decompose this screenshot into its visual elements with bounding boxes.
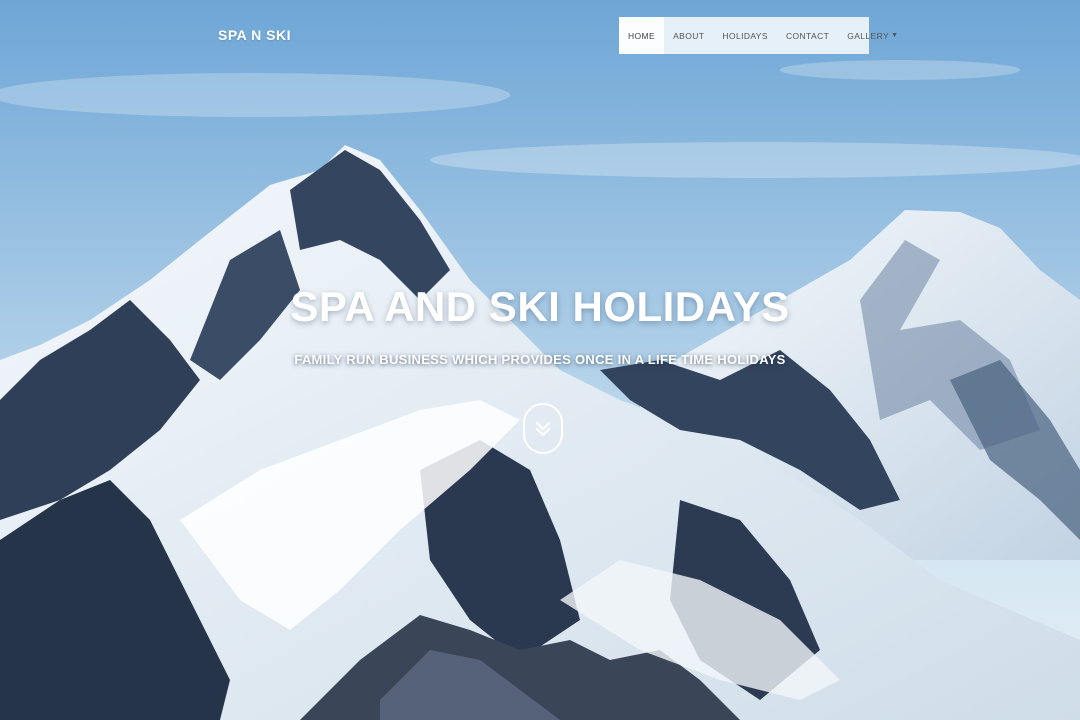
double-chevron-down-icon [535, 421, 551, 436]
nav-item-label: GALLERY [847, 30, 890, 41]
nav-item-about[interactable]: ABOUT [664, 17, 713, 54]
main-nav: HOME ABOUT HOLIDAYS CONTACT GALLERY ▼ [619, 17, 898, 54]
nav-item-gallery-dropdown[interactable]: GALLERY ▼ [838, 17, 907, 54]
nav-item-contact[interactable]: CONTACT [777, 17, 838, 54]
nav-item-label: HOME [628, 30, 656, 41]
nav-item-home[interactable]: HOME [619, 17, 665, 54]
scroll-down-button[interactable] [523, 403, 563, 454]
caret-down-icon: ▼ [891, 32, 899, 39]
hero-subtitle: FAMILY RUN BUSINESS WHICH PROVIDES ONCE … [294, 352, 786, 367]
brand-logo-link[interactable]: SPA N SKI [218, 27, 291, 43]
nav-item-label: ABOUT [673, 30, 705, 41]
hero-title: SPA AND SKI HOLIDAYS [290, 283, 790, 330]
nav-item-label: CONTACT [785, 30, 830, 41]
hero-section: SPA N SKI HOME ABOUT HOLIDAYS CONTACT GA… [0, 0, 1080, 720]
nav-item-label: HOLIDAYS [722, 30, 768, 41]
nav-item-holidays[interactable]: HOLIDAYS [713, 17, 777, 54]
